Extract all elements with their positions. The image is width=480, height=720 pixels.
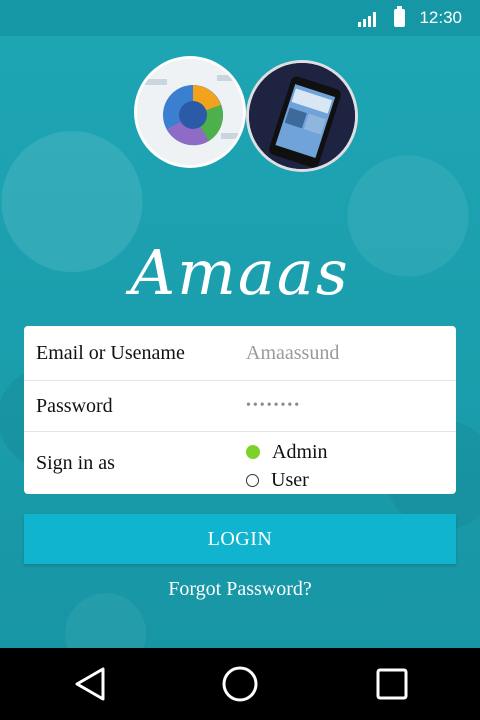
signin-as-label: Sign in as (36, 451, 115, 474)
role-radio-group: Admin User (246, 438, 328, 494)
role-admin-radio[interactable]: Admin (246, 438, 328, 466)
home-icon (222, 666, 258, 702)
radio-unselected-icon (246, 473, 259, 487)
username-row: Email or Usename Amaassund (24, 326, 456, 381)
back-button[interactable] (70, 666, 110, 702)
password-field[interactable]: •••••••• (246, 398, 301, 414)
recent-apps-button[interactable] (372, 666, 412, 702)
phone-photo-circle (246, 60, 358, 172)
username-label: Email or Usename (36, 341, 185, 364)
signin-as-row: Sign in as Admin User (24, 432, 456, 494)
navigation-bar (0, 648, 480, 720)
password-label: Password (36, 394, 113, 417)
username-field[interactable]: Amaassund (246, 342, 436, 365)
password-row: Password •••••••• (24, 381, 456, 432)
forgot-password-link[interactable]: Forgot Password? (0, 578, 480, 601)
status-bar: 12:30 (0, 0, 480, 36)
battery-icon (394, 6, 406, 27)
app-collage-image (134, 56, 364, 226)
role-user-label: User (271, 468, 309, 491)
login-form: Email or Usename Amaassund Password ••••… (24, 326, 456, 494)
recent-apps-icon (376, 668, 408, 700)
login-button[interactable]: LOGIN (24, 514, 456, 564)
role-admin-label: Admin (272, 440, 328, 463)
role-user-radio[interactable]: User (246, 466, 328, 494)
status-time: 12:30 (419, 8, 462, 27)
signal-icon (358, 12, 377, 27)
home-button[interactable] (220, 666, 260, 702)
radio-selected-icon (246, 445, 260, 459)
back-icon (75, 667, 105, 701)
chart-photo-circle (134, 56, 246, 168)
app-logo-text: Amaas (130, 236, 350, 309)
